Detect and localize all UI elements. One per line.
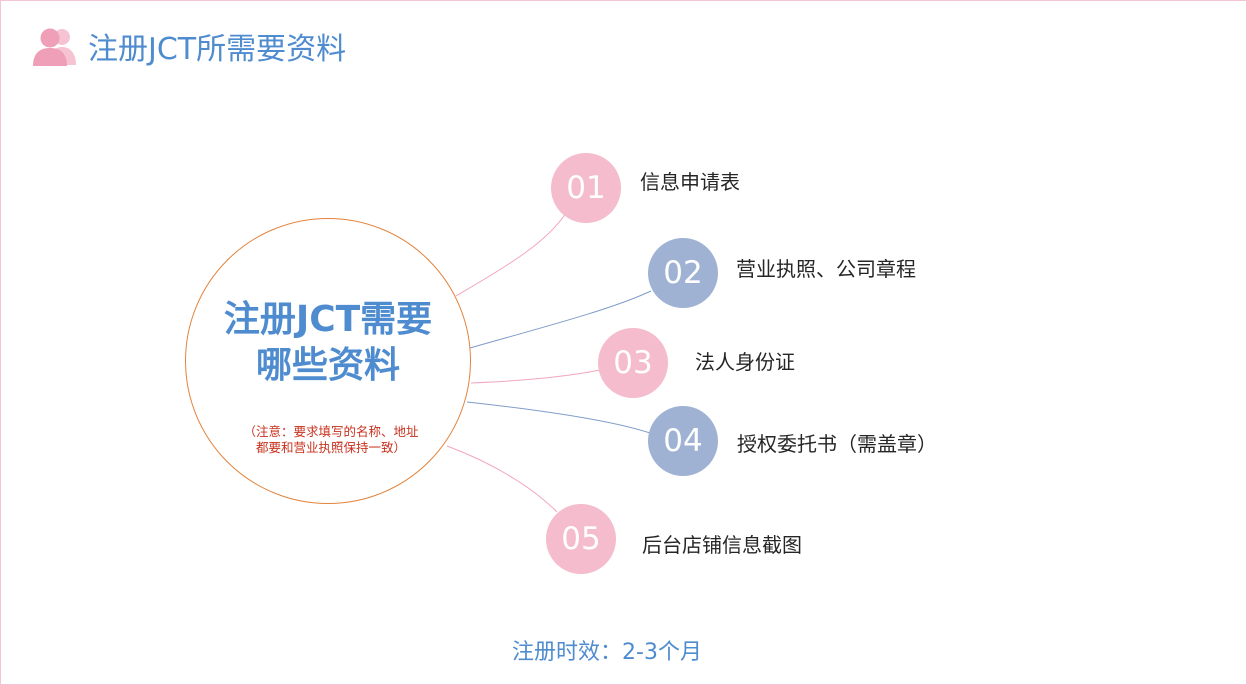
- item-label-02: 营业执照、公司章程: [736, 257, 916, 281]
- item-label-03: 法人身份证: [695, 350, 795, 374]
- item-number-02: 02: [648, 238, 718, 308]
- center-title: 注册JCT需要 哪些资料: [186, 297, 470, 389]
- item-label-05: 后台店铺信息截图: [642, 533, 802, 557]
- center-title-line2: 哪些资料: [255, 345, 400, 386]
- center-title-line1: 注册JCT需要: [223, 299, 433, 340]
- center-note: （注意：要求填写的名称、地址都要和营业执照保持一致）: [243, 424, 419, 455]
- item-number-05: 05: [546, 504, 616, 574]
- item-label-04: 授权委托书（需盖章）: [737, 432, 937, 456]
- center-circle: 注册JCT需要 哪些资料 （注意：要求填写的名称、地址都要和营业执照保持一致）: [185, 218, 471, 504]
- connector-01: [455, 212, 567, 297]
- footer-note: 注册时效：2-3个月: [512, 640, 702, 665]
- item-number-01: 01: [551, 153, 621, 223]
- connector-03: [470, 369, 601, 384]
- connector-04: [466, 401, 651, 434]
- item-number-03: 03: [598, 328, 668, 398]
- item-label-01: 信息申请表: [640, 170, 740, 194]
- item-number-04: 04: [648, 406, 718, 476]
- connector-05: [446, 445, 558, 513]
